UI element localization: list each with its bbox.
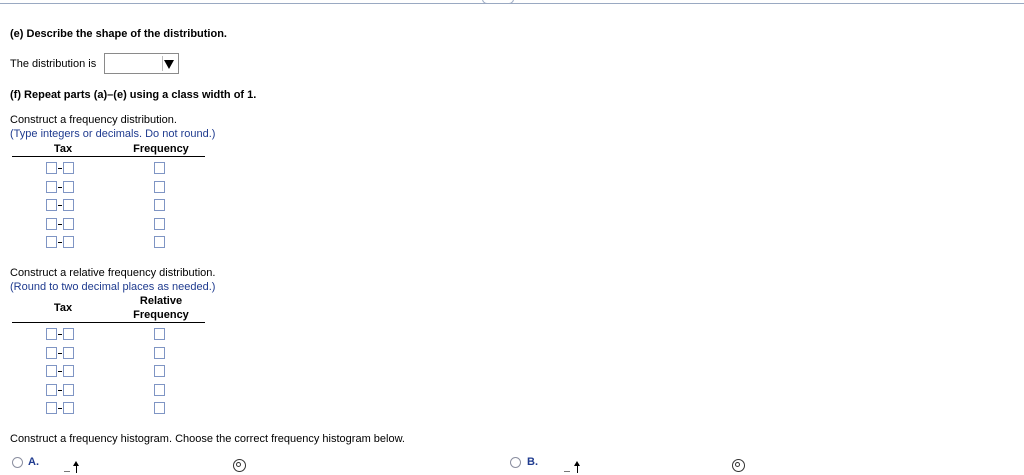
freq-value-input[interactable]	[154, 199, 165, 211]
rel-value-input[interactable]	[154, 402, 165, 414]
rel-upper-limit-input[interactable]	[63, 384, 74, 396]
freq-range-dash	[58, 242, 62, 243]
zoom-in-icon[interactable]	[233, 459, 246, 472]
freq-range-dash	[58, 187, 62, 188]
axis-tick	[564, 471, 570, 472]
option-b-radio[interactable]	[510, 457, 521, 468]
freq-lower-limit-input[interactable]	[46, 181, 57, 193]
rel-value-input[interactable]	[154, 347, 165, 359]
rel-value-input[interactable]	[154, 328, 165, 340]
freq-range-dash	[58, 168, 62, 169]
freq-value-input[interactable]	[154, 236, 165, 248]
axis-tick	[64, 471, 70, 472]
freq-instruction: Construct a frequency distribution.	[10, 114, 177, 126]
chevron-down-icon	[162, 56, 177, 71]
freq-value-input[interactable]	[154, 162, 165, 174]
part-f-heading: (f) Repeat parts (a)–(e) using a class w…	[10, 89, 257, 101]
rel-lower-limit-input[interactable]	[46, 328, 57, 340]
rel-upper-limit-input[interactable]	[63, 365, 74, 377]
rel-header-rule	[12, 322, 205, 323]
freq-col-tax: Tax	[53, 143, 73, 155]
rel-lower-limit-input[interactable]	[46, 365, 57, 377]
rel-upper-limit-input[interactable]	[63, 402, 74, 414]
freq-value-input[interactable]	[154, 218, 165, 230]
rel-range-dash	[58, 390, 62, 391]
freq-header-rule	[12, 156, 205, 157]
distribution-prompt: The distribution is	[10, 58, 97, 70]
rel-value-input[interactable]	[154, 365, 165, 377]
freq-lower-limit-input[interactable]	[46, 162, 57, 174]
rel-hint: (Round to two decimal places as needed.)	[10, 281, 216, 293]
freq-value-input[interactable]	[154, 181, 165, 193]
zoom-in-icon[interactable]	[732, 459, 745, 472]
rel-col-tax: Tax	[53, 302, 73, 314]
freq-upper-limit-input[interactable]	[63, 162, 74, 174]
rel-range-dash	[58, 408, 62, 409]
rel-value-input[interactable]	[154, 384, 165, 396]
freq-col-frequency: Frequency	[133, 143, 189, 155]
rel-instruction: Construct a relative frequency distribut…	[10, 267, 216, 279]
option-a-radio[interactable]	[12, 457, 23, 468]
freq-upper-limit-input[interactable]	[63, 218, 74, 230]
freq-upper-limit-input[interactable]	[63, 199, 74, 211]
collapse-handle[interactable]: ···	[482, 0, 514, 4]
top-divider	[0, 3, 1024, 4]
y-axis-arrow-icon	[73, 461, 79, 473]
rel-lower-limit-input[interactable]	[46, 347, 57, 359]
distribution-shape-select[interactable]	[104, 53, 179, 74]
freq-range-dash	[58, 205, 62, 206]
rel-range-dash	[58, 371, 62, 372]
rel-col-relative: Relative	[139, 295, 183, 307]
histogram-instruction: Construct a frequency histogram. Choose …	[10, 433, 405, 445]
y-axis-arrow-icon	[574, 461, 580, 473]
freq-upper-limit-input[interactable]	[63, 236, 74, 248]
rel-lower-limit-input[interactable]	[46, 384, 57, 396]
rel-upper-limit-input[interactable]	[63, 347, 74, 359]
freq-range-dash	[58, 224, 62, 225]
freq-lower-limit-input[interactable]	[46, 218, 57, 230]
rel-lower-limit-input[interactable]	[46, 402, 57, 414]
freq-hint: (Type integers or decimals. Do not round…	[10, 128, 216, 140]
freq-lower-limit-input[interactable]	[46, 199, 57, 211]
rel-upper-limit-input[interactable]	[63, 328, 74, 340]
rel-col-frequency: Frequency	[133, 309, 189, 321]
part-e-heading: (e) Describe the shape of the distributi…	[10, 28, 227, 40]
rel-range-dash	[58, 353, 62, 354]
freq-lower-limit-input[interactable]	[46, 236, 57, 248]
freq-upper-limit-input[interactable]	[63, 181, 74, 193]
rel-range-dash	[58, 334, 62, 335]
option-b-label[interactable]: B.	[527, 456, 538, 468]
option-a-label[interactable]: A.	[28, 456, 39, 468]
